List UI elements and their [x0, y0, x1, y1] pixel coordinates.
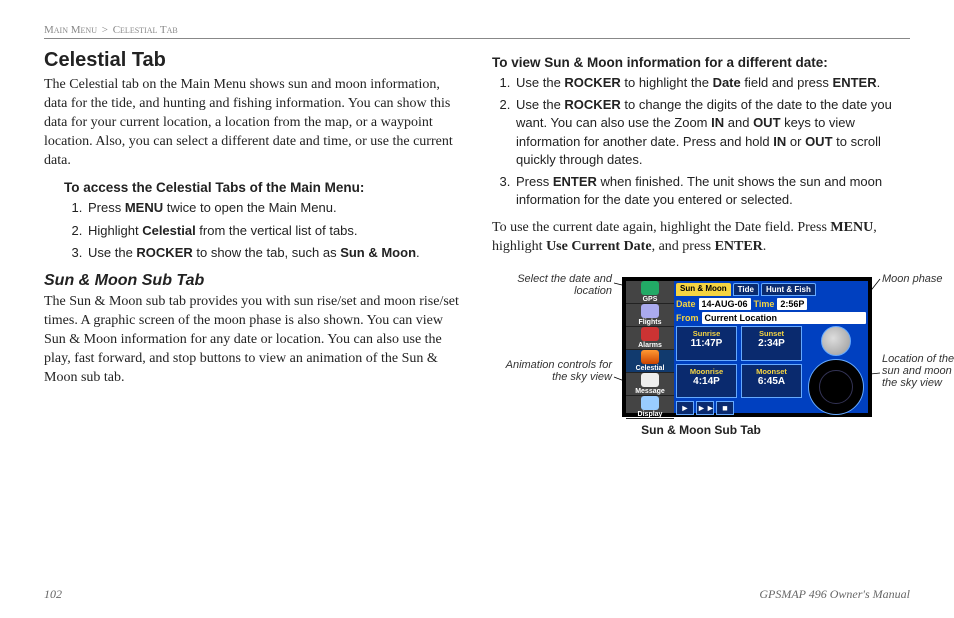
moonset-box: Moonset6:45A — [741, 364, 802, 399]
animation-controls: ► ►► ■ — [676, 401, 802, 415]
device-main: Sun & Moon Tide Hunt & Fish Date 14-AUG-… — [674, 281, 868, 413]
proc1-step1: Press MENU twice to open the Main Menu. — [86, 199, 462, 217]
manual-title: GPSMAP 496 Owner's Manual — [759, 587, 910, 602]
sunrise-box: Sunrise11:47P — [676, 326, 737, 361]
sidebar-gps: GPS — [626, 281, 674, 304]
page-title: Celestial Tab — [44, 49, 462, 72]
tab-tide: Tide — [733, 283, 759, 296]
stop-button-icon: ■ — [716, 401, 734, 415]
time-field: 2:56P — [777, 298, 807, 310]
moonrise-box: Moonrise4:14P — [676, 364, 737, 399]
intro-text: The Celestial tab on the Main Menu shows… — [44, 76, 462, 170]
procedure-1-list: Press MENU twice to open the Main Menu. … — [86, 199, 462, 262]
sunset-box: Sunset2:34P — [741, 326, 802, 361]
time-label: Time — [754, 299, 775, 309]
proc2-step2: Use the ROCKER to change the digits of t… — [514, 96, 910, 169]
sidebar-celestial: Celestial — [626, 350, 674, 373]
callout-animation-controls: Animation controls for the sky view — [492, 359, 612, 383]
figure-caption: Sun & Moon Sub Tab — [492, 423, 910, 437]
moon-phase-icon — [821, 326, 851, 356]
sub-tab-heading: Sun & Moon Sub Tab — [44, 272, 462, 290]
fast-forward-button-icon: ►► — [696, 401, 714, 415]
breadcrumb-a: Main Menu — [44, 24, 97, 36]
tab-hunt-fish: Hunt & Fish — [761, 283, 816, 296]
callout-moon-phase: Moon phase — [882, 273, 954, 285]
from-field: Current Location — [702, 312, 867, 324]
device-screenshot: GPS Flights Alarms Celestial Message Dis… — [622, 277, 872, 417]
sky-view-icon — [808, 359, 864, 415]
callout-sky-location: Location of the sun and moon in the sky … — [882, 353, 954, 389]
page-footer: 102 GPSMAP 496 Owner's Manual — [44, 587, 910, 602]
tab-sun-moon: Sun & Moon — [676, 283, 731, 296]
left-column: Celestial Tab The Celestial tab on the M… — [44, 49, 462, 447]
date-field: 14-AUG-06 — [699, 298, 751, 310]
from-label: From — [676, 313, 699, 323]
breadcrumb-sep: > — [102, 24, 108, 36]
breadcrumb-b: Celestial Tab — [113, 24, 178, 36]
page-number: 102 — [44, 587, 62, 602]
procedure-2-heading: To view Sun & Moon information for a dif… — [492, 55, 910, 70]
right-column: To view Sun & Moon information for a dif… — [492, 49, 910, 447]
procedure-1-heading: To access the Celestial Tabs of the Main… — [64, 180, 462, 195]
procedure-2-list: Use the ROCKER to highlight the Date fie… — [514, 74, 910, 209]
after-procedure-text: To use the current date again, highlight… — [492, 219, 910, 257]
callout-date-location: Select the date and location — [492, 273, 612, 297]
proc2-step3: Press ENTER when finished. The unit show… — [514, 173, 910, 209]
proc1-step3: Use the ROCKER to show the tab, such as … — [86, 244, 462, 262]
play-button-icon: ► — [676, 401, 694, 415]
sidebar-alarms: Alarms — [626, 327, 674, 350]
breadcrumb: Main Menu > Celestial Tab — [44, 24, 910, 39]
device-sidebar: GPS Flights Alarms Celestial Message Dis… — [626, 281, 674, 413]
date-label: Date — [676, 299, 696, 309]
proc1-step2: Highlight Celestial from the vertical li… — [86, 222, 462, 240]
sidebar-display: Display — [626, 396, 674, 419]
sidebar-message: Message — [626, 373, 674, 396]
sub-tab-body: The Sun & Moon sub tab provides you with… — [44, 293, 462, 387]
figure-sun-moon: Select the date and location Animation c… — [492, 267, 910, 447]
proc2-step1: Use the ROCKER to highlight the Date fie… — [514, 74, 910, 92]
sidebar-flights: Flights — [626, 304, 674, 327]
